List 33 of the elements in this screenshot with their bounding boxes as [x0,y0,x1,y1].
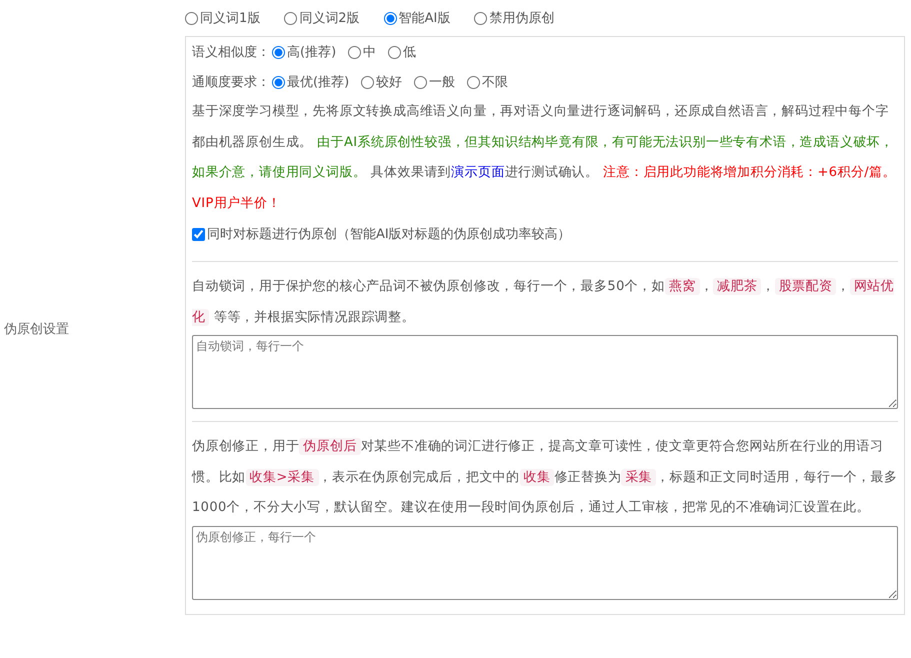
field-label: 通顺度要求： [192,74,270,91]
option-label[interactable]: 最优(推荐) [287,73,350,91]
radio-button[interactable] [388,46,402,58]
corrections-description: 伪原创修正，用于 伪原创后 对某些不准确的词汇进行修正，提高文章可读性，使文章更符合您网站所在行业的用语习惯。比如 收集>采集 ，表示在伪原创完成后，把文中的 收集 修正替换为 采集 ，标题和正文同时适用，每行一个，最多1000个，不分大小写，默认留空。建议在使用一段时间伪原创后，通过人工审核，把常见的不准确词汇设置在此。 [192,437,898,517]
radio-button[interactable] [348,46,362,58]
option-label[interactable]: 较好 [376,73,402,91]
radio-button[interactable] [474,12,488,24]
radio-button[interactable] [272,46,285,58]
section-label: 伪原创设置 [4,321,69,338]
lock-words-description: 自动锁词，用于保护您的核心产品词不被伪原创修改，每行一个，最多50个，如 燕窝 ， 减肥茶 ， 股票配资 ， 网站优化 等等，并根据实际情况跟踪调整。 [192,277,895,328]
checkbox-label[interactable]: 同时对标题进行伪原创（智能AI版对标题的伪原创成功率较高） [207,225,571,243]
demo-link[interactable]: 演示页面 [451,165,505,180]
field-label: 语义相似度： [192,44,270,61]
option-label[interactable]: 不限 [482,73,508,91]
lock-words-field[interactable]: 自动锁词，每行一个 [192,335,898,409]
option-label[interactable]: 一般 [429,73,456,91]
option-label[interactable]: 中 [363,43,376,61]
radio-button[interactable] [414,76,428,88]
radio-button[interactable] [272,76,285,88]
radio-button[interactable] [185,12,198,24]
radio-button[interactable] [467,76,480,88]
option-label[interactable]: 高(推荐) [287,43,336,61]
option-label[interactable]: 禁用伪原创 [489,9,554,27]
checkbox[interactable] [192,228,205,240]
corrections-field[interactable]: 伪原创修正，每行一个 [192,526,898,600]
option-label[interactable]: 同义词2版 [299,9,360,27]
radio-button[interactable] [361,76,374,88]
radio-button[interactable] [384,12,397,24]
description-text: 基于深度学习模型，先将原文转换成高维语义向量，再对语义向量进行逐词解码，还原成自然语言，解码过程中每个字都由机器原创生成。 由于AI系统原创性较强，但其知识结构毕竟有限，有可能无法识别一些专有术语，造成语义破坏，如果介意，请使用同义词版。 具体效果请到演示页面进行测试确认。 注意：启用此功能将增加积分消耗：+6积分/篇。VIP用户半价！ [192,103,897,212]
option-label[interactable]: 智能AI版 [398,9,450,27]
radio-button[interactable] [284,12,298,24]
option-label[interactable]: 同义词1版 [200,9,260,27]
option-label[interactable]: 低 [403,43,416,61]
